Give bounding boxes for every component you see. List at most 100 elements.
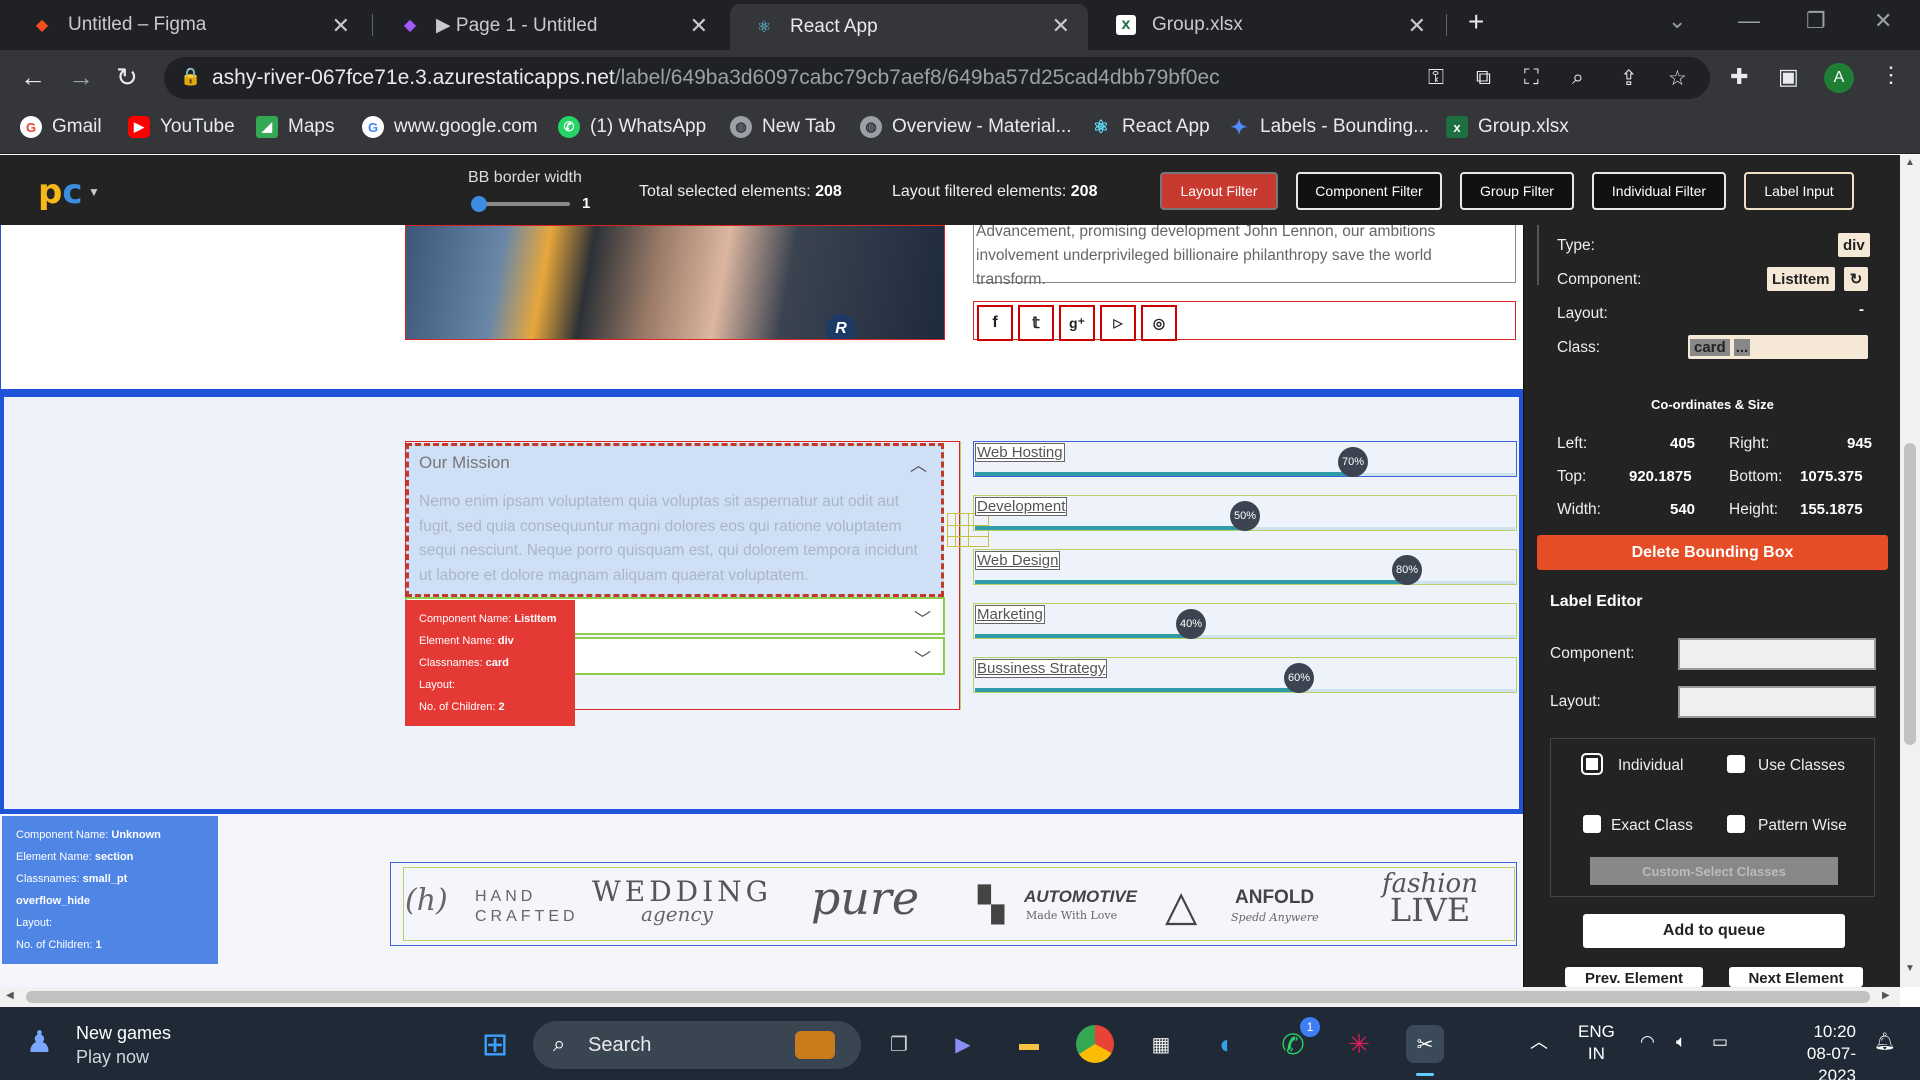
exact-class-checkbox[interactable] <box>1583 815 1601 833</box>
games-widget-icon[interactable]: ♟ <box>26 1025 53 1060</box>
wifi-icon[interactable]: ◠ <box>1640 1031 1655 1053</box>
snipping-tool-icon[interactable]: ✂ <box>1406 1025 1444 1063</box>
zoom-icon[interactable]: ⌕ <box>1572 66 1584 90</box>
accordion-title[interactable]: Our Mission <box>419 453 510 473</box>
chevron-up-icon[interactable]: ︿ <box>910 451 927 476</box>
avatar[interactable]: A <box>1824 63 1854 93</box>
tab-figma-untitled[interactable]: ◆ Untitled – Figma ✕ <box>8 0 368 50</box>
bookmark-group-xlsx[interactable]: x Group.xlsx <box>1446 116 1569 138</box>
back-icon[interactable]: ← <box>20 62 46 93</box>
task-view-icon[interactable]: ❐ <box>880 1025 918 1063</box>
horizontal-scrollbar[interactable]: ◀ ▶ <box>0 987 1900 1007</box>
tab-group-xlsx[interactable]: x Group.xlsx ✕ <box>1092 0 1444 50</box>
close-tab-icon[interactable]: ✕ <box>1408 13 1426 39</box>
lock-icon[interactable]: 🔒 <box>180 67 201 87</box>
close-tab-icon[interactable]: ✕ <box>1052 13 1070 39</box>
reset-icon[interactable]: ↻ <box>1844 267 1868 291</box>
tab-react-app[interactable]: ⚛ React App ✕ <box>730 4 1088 50</box>
news-widget[interactable]: New games Play now <box>76 1021 171 1069</box>
accordion-item-our-mission[interactable]: Our Mission ︿ Nemo enim ipsam voluptatem… <box>406 443 944 597</box>
bookmark-maps[interactable]: ◢ Maps <box>256 116 334 138</box>
clock[interactable]: 10:20 08-07-2023 <box>1770 1021 1856 1087</box>
add-to-queue-button[interactable]: Add to queue <box>1583 914 1845 948</box>
bookmark-gmail[interactable]: G Gmail <box>20 116 102 138</box>
scroll-down-icon[interactable]: ▼ <box>1905 963 1915 974</box>
scrollbar-thumb[interactable] <box>1904 443 1916 745</box>
twitter-icon[interactable]: 𝕥 <box>1018 305 1054 341</box>
windows-start-icon[interactable]: ⊞ <box>476 1025 514 1063</box>
scroll-right-icon[interactable]: ▶ <box>1882 990 1890 1001</box>
slider-handle[interactable] <box>471 196 487 212</box>
chevron-down-icon[interactable]: ▼ <box>88 185 100 199</box>
active-app-indicator <box>1416 1073 1434 1076</box>
scroll-left-icon[interactable]: ◀ <box>6 990 14 1001</box>
tab-figma-page1[interactable]: ◆ ▶ Page 1 - Untitled ✕ <box>376 0 726 50</box>
teams-chat-icon[interactable]: ▶ <box>944 1025 982 1063</box>
language-indicator[interactable]: ENG IN <box>1578 1021 1615 1065</box>
class-more[interactable]: ... <box>1733 338 1751 356</box>
menu-kebab-icon[interactable]: ⋮ <box>1880 62 1902 88</box>
facebook-icon[interactable]: f <box>977 305 1013 341</box>
side-panel-icon[interactable]: ▣ <box>1778 64 1799 90</box>
bookmark-whatsapp[interactable]: ✆ (1) WhatsApp <box>558 116 706 138</box>
layout-filter-button[interactable]: Layout Filter <box>1160 172 1278 210</box>
scroll-up-icon[interactable]: ▲ <box>1905 157 1915 168</box>
layout-input[interactable] <box>1678 686 1876 718</box>
delete-bounding-box-button[interactable]: Delete Bounding Box <box>1537 535 1888 570</box>
bookmark-youtube[interactable]: ▶ YouTube <box>128 116 235 138</box>
component-filter-button[interactable]: Component Filter <box>1296 172 1442 210</box>
pattern-wise-checkbox[interactable] <box>1727 815 1745 833</box>
app-logo[interactable]: pc <box>38 172 83 212</box>
tab-search-chevron-icon[interactable]: ⌄ <box>1668 8 1686 34</box>
bookmark-overview[interactable]: ◍ Overview - Material... <box>860 116 1071 138</box>
use-classes-checkbox[interactable] <box>1727 755 1745 773</box>
bb-border-width-slider[interactable] <box>471 196 570 212</box>
class-value-field[interactable]: card ... <box>1688 335 1868 359</box>
restore-icon[interactable]: ❐ <box>1806 8 1826 34</box>
component-input[interactable] <box>1678 638 1876 670</box>
youtube-icon[interactable]: ▷ <box>1100 305 1136 341</box>
bookmark-new-tab[interactable]: ◍ New Tab <box>730 116 836 138</box>
extensions-icon[interactable]: ✚ <box>1730 64 1748 90</box>
custom-select-classes-button[interactable]: Custom-Select Classes <box>1590 857 1838 885</box>
label-input-button[interactable]: Label Input <box>1744 172 1854 210</box>
volume-icon[interactable]: 🔈︎ <box>1676 1031 1686 1053</box>
chevron-down-icon[interactable]: ﹀ <box>914 645 931 670</box>
chrome-icon[interactable] <box>1076 1025 1114 1063</box>
chevron-down-icon[interactable]: ﹀ <box>914 605 931 630</box>
star-icon[interactable]: ☆ <box>1668 66 1687 91</box>
instagram-icon[interactable]: ◎ <box>1141 305 1177 341</box>
team-photo[interactable]: R <box>405 225 945 340</box>
google-plus-icon[interactable]: g⁺ <box>1059 305 1095 341</box>
bookmark-labels[interactable]: ✦ Labels - Bounding... <box>1228 116 1429 139</box>
new-tab-icon[interactable]: + <box>1468 6 1484 38</box>
minimize-icon[interactable]: — <box>1738 8 1760 34</box>
next-element-button[interactable]: Next Element <box>1729 967 1863 987</box>
tray-chevron-up-icon[interactable]: ︿ <box>1530 1031 1548 1053</box>
individual-filter-button[interactable]: Individual Filter <box>1592 172 1726 210</box>
key-icon[interactable]: ⚿ <box>1428 66 1444 90</box>
slack-icon[interactable]: ✳ <box>1340 1025 1378 1063</box>
close-tab-icon[interactable]: ✕ <box>332 13 350 39</box>
vertical-scrollbar[interactable]: ▲ ▼ <box>1900 155 1920 987</box>
close-tab-icon[interactable]: ✕ <box>690 13 708 39</box>
file-explorer-icon[interactable]: ▬ <box>1010 1025 1048 1063</box>
scrollbar-thumb[interactable] <box>26 991 1870 1003</box>
share-icon[interactable]: ⇪ <box>1620 66 1638 91</box>
individual-checkbox[interactable] <box>1583 755 1601 773</box>
bookmark-react-app[interactable]: ⚛ React App <box>1090 116 1210 138</box>
translate-icon[interactable]: ⛶ <box>1524 66 1539 90</box>
forward-icon[interactable]: → <box>68 62 94 93</box>
taskbar-search[interactable]: ⌕ Search <box>533 1021 861 1069</box>
open-external-icon[interactable]: ⧉ <box>1476 66 1491 90</box>
group-filter-button[interactable]: Group Filter <box>1460 172 1574 210</box>
notifications-icon[interactable]: 🔔︎ <box>1874 1031 1896 1053</box>
battery-icon[interactable]: ▭ <box>1712 1031 1728 1053</box>
edge-icon[interactable]: ◐ <box>1208 1025 1246 1063</box>
reload-icon[interactable]: ↻ <box>116 62 138 93</box>
prev-element-button[interactable]: Prev. Element <box>1565 967 1703 987</box>
bookmark-google[interactable]: Gwww.google.com <box>362 116 538 138</box>
close-window-icon[interactable]: ✕ <box>1874 8 1892 34</box>
store-icon[interactable]: ▦ <box>1142 1025 1180 1063</box>
url-bar[interactable]: 🔒 ashy-river-067fce71e.3.azurestaticapps… <box>164 57 1710 99</box>
